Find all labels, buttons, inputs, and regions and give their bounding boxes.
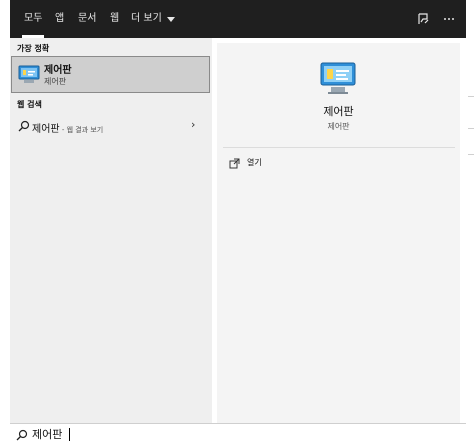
web-search-header: 웹 검색 [17,100,42,109]
control-panel-icon [320,62,356,94]
web-search-result[interactable]: 제어판 - 웹 결과 보기 › [10,116,212,138]
more-options-icon[interactable] [442,12,456,26]
best-match-subtitle: 제어판 [44,77,67,86]
results-panel: 가장 정확 제어판 제어판 웹 검색 제어판 - 웹 결과 보기 › [10,38,212,423]
web-search-suffix: - 웹 결과 보기 [59,126,104,134]
preview-panel: 제어판 제어판 열기 [217,43,460,423]
chevron-right-icon[interactable]: › [191,118,195,131]
search-bar [10,423,466,445]
chevron-down-icon [166,16,175,22]
start-search-window: 모두 앱 문서 웹 더 보기 가장 정확 제어판 제어판 웹 검색 제어판 - … [0,0,474,445]
control-panel-icon [18,65,40,83]
preview-title: 제어판 [323,105,354,118]
divider [223,147,455,148]
tab-web[interactable]: 웹 [110,0,119,38]
preview-subtitle: 제어판 [327,122,350,131]
feedback-icon[interactable] [416,12,430,26]
tab-documents[interactable]: 문서 [78,0,96,38]
tab-more-label: 더 보기 [131,13,162,24]
web-search-label: 제어판 - 웹 결과 보기 [32,120,103,135]
tab-more[interactable]: 더 보기 [131,0,175,38]
search-icon [16,429,28,441]
search-input[interactable] [32,426,452,442]
web-search-query: 제어판 [32,124,60,135]
text-cursor [69,428,70,441]
best-match-header: 가장 정확 [17,44,50,53]
search-icon [18,120,30,132]
best-match-result[interactable]: 제어판 제어판 [11,56,210,93]
tab-apps[interactable]: 앱 [55,0,64,38]
background-window-edge [466,36,474,445]
best-match-title: 제어판 [44,65,72,76]
open-icon [229,158,240,169]
preview-header: 제어판 제어판 [217,43,460,147]
open-label: 열기 [247,158,262,167]
search-tabs-bar: 모두 앱 문서 웹 더 보기 [10,0,466,38]
tab-all[interactable]: 모두 [21,0,45,38]
